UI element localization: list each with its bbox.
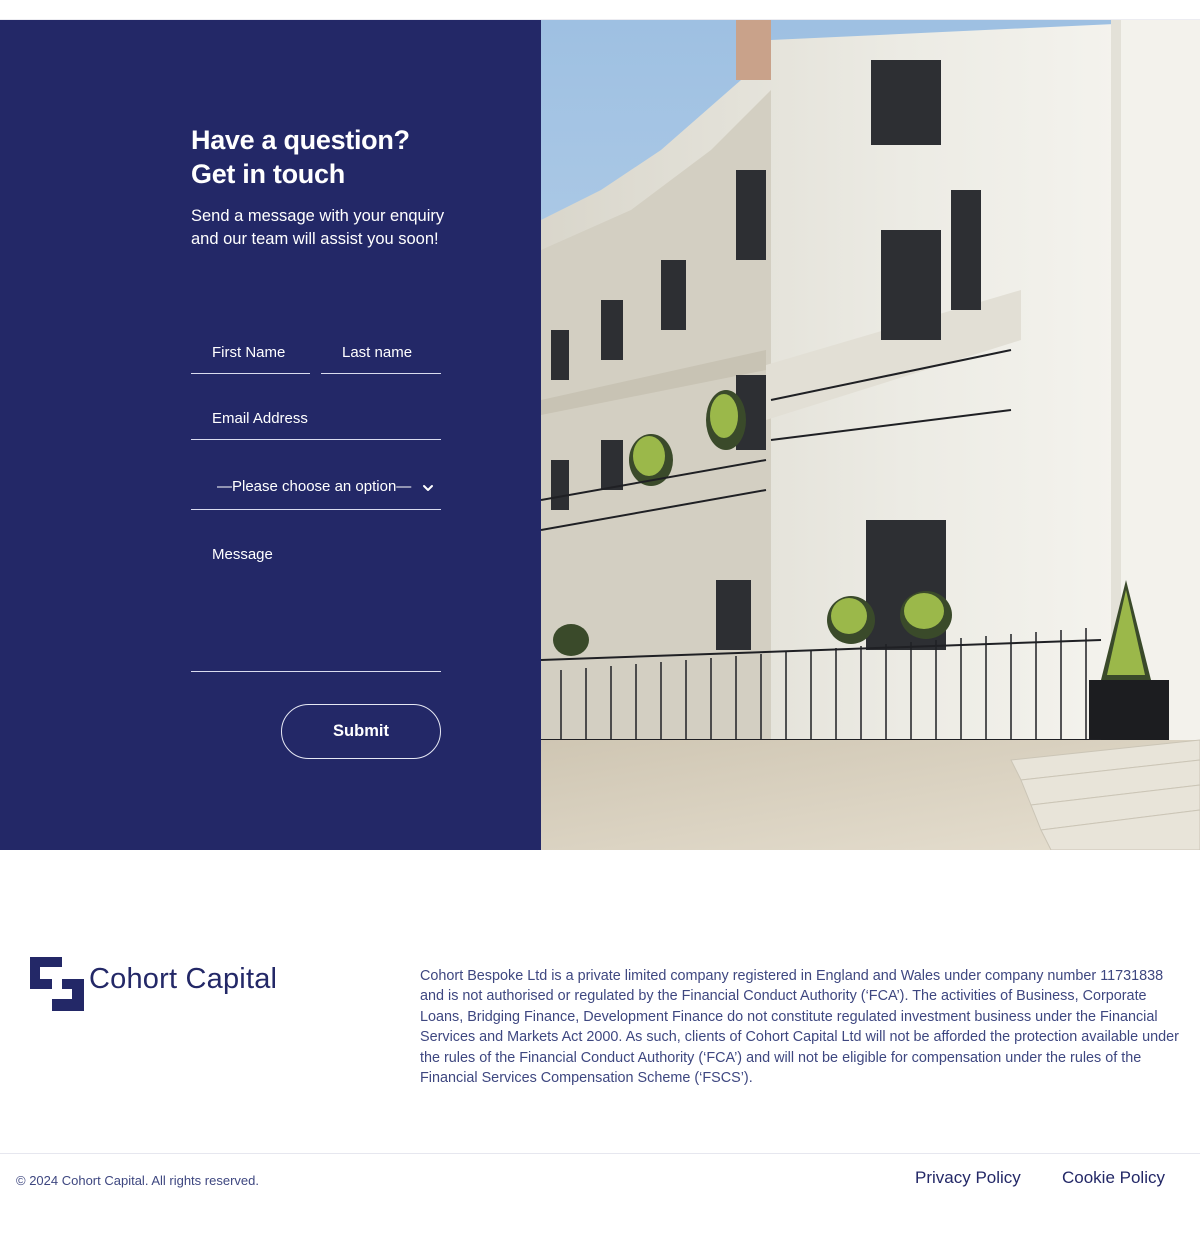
enquiry-type-select[interactable]: —Please choose an option— bbox=[191, 472, 441, 510]
top-strip bbox=[0, 0, 1200, 20]
townhouse-photo bbox=[541, 20, 1200, 850]
cookie-policy-link[interactable]: Cookie Policy bbox=[1062, 1168, 1165, 1188]
message-field[interactable]: Message bbox=[191, 538, 441, 672]
contact-section: Have a question? Get in touch Send a mes… bbox=[0, 20, 1200, 850]
logo-text: Cohort Capital bbox=[89, 963, 278, 995]
heading-line-1: Have a question? bbox=[191, 125, 410, 155]
heading-line-2: Get in touch bbox=[191, 159, 345, 189]
contact-panel: Have a question? Get in touch Send a mes… bbox=[0, 20, 541, 850]
message-placeholder: Message bbox=[212, 546, 273, 563]
email-placeholder: Email Address bbox=[212, 410, 308, 427]
last-name-placeholder: Last name bbox=[342, 344, 413, 361]
contact-intro: Send a message with your enquiry and our… bbox=[191, 207, 445, 248]
first-name-field[interactable]: First Name bbox=[191, 338, 310, 374]
contact-heading: Have a question? Get in touch bbox=[191, 123, 511, 191]
privacy-policy-link[interactable]: Privacy Policy bbox=[915, 1168, 1021, 1188]
enquiry-type-value: —Please choose an option— bbox=[217, 478, 412, 495]
copyright-text: © 2024 Cohort Capital. All rights reserv… bbox=[16, 1173, 259, 1188]
first-name-placeholder: First Name bbox=[212, 344, 286, 361]
legal-disclaimer: Cohort Bespoke Ltd is a private limited … bbox=[420, 968, 1179, 1087]
cohort-capital-logo-icon bbox=[30, 957, 84, 1011]
footer-divider bbox=[0, 1153, 1200, 1154]
email-field[interactable]: Email Address bbox=[191, 404, 441, 440]
submit-button[interactable]: Submit bbox=[281, 704, 441, 759]
chevron-down-icon bbox=[423, 485, 433, 491]
last-name-field[interactable]: Last name bbox=[321, 338, 441, 374]
